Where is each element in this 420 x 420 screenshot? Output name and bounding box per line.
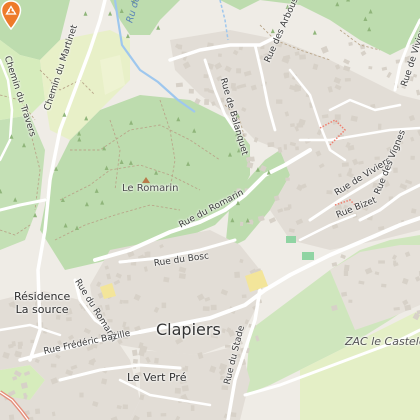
building [15,352,21,358]
building [285,177,290,181]
le-romarin-peak-label: Le Romarin [122,183,179,194]
building [210,304,217,311]
building [188,88,194,94]
building [204,99,210,105]
building [287,204,292,209]
building [160,413,167,417]
pitch [286,236,296,243]
residence-la-source-label: Résidence La source [14,290,71,316]
building [378,260,385,264]
building [132,358,138,364]
building [368,66,373,70]
building [348,41,353,46]
building [338,173,342,178]
building [175,82,183,88]
building [343,270,349,276]
building [203,74,209,79]
building [236,68,242,74]
building [230,412,237,418]
le-vert-pre-label: Le Vert Pré [127,371,187,384]
map-pin-icon[interactable] [0,0,22,30]
building [239,221,244,227]
building [144,251,151,258]
building [283,144,288,150]
map-view[interactable]: Ru de Lauriol Chemin du Martinet Chemin … [0,0,420,420]
building [163,276,170,283]
town-label-clapiers: Clapiers [156,320,221,339]
building [79,392,84,398]
building [348,299,353,303]
building [377,123,382,130]
building [393,167,398,173]
building [17,344,23,350]
building [35,408,41,415]
building [267,142,275,148]
building [221,385,229,391]
building [50,363,57,368]
building [295,146,299,151]
building [343,264,350,272]
building [174,387,181,394]
building [410,155,415,160]
building [341,162,349,167]
building [410,208,417,214]
building [381,283,387,288]
building [154,357,159,364]
building [393,260,397,265]
building [178,273,186,280]
tree-icon [346,0,351,2]
building [241,294,247,299]
building [359,43,366,50]
building [290,123,295,128]
building [8,414,15,420]
building [123,300,129,304]
building [131,349,138,357]
building [393,306,400,311]
building [66,317,72,322]
building [122,404,128,410]
zac-castelet-label: ZAC le Castelet [345,335,420,348]
pitch-2 [302,252,314,260]
building [161,302,167,309]
building [105,304,110,311]
building [334,114,341,120]
building [218,53,222,58]
building [230,82,236,89]
building [341,291,348,297]
building [177,44,183,50]
building [181,385,189,392]
building [234,271,241,278]
building [202,306,210,312]
building [190,405,195,411]
building [299,54,306,60]
building [225,344,231,348]
building [146,411,152,418]
building [344,77,351,82]
building [326,190,333,195]
building [30,339,35,344]
building [295,85,301,91]
building [276,99,283,104]
building [127,274,131,281]
building [374,156,380,160]
